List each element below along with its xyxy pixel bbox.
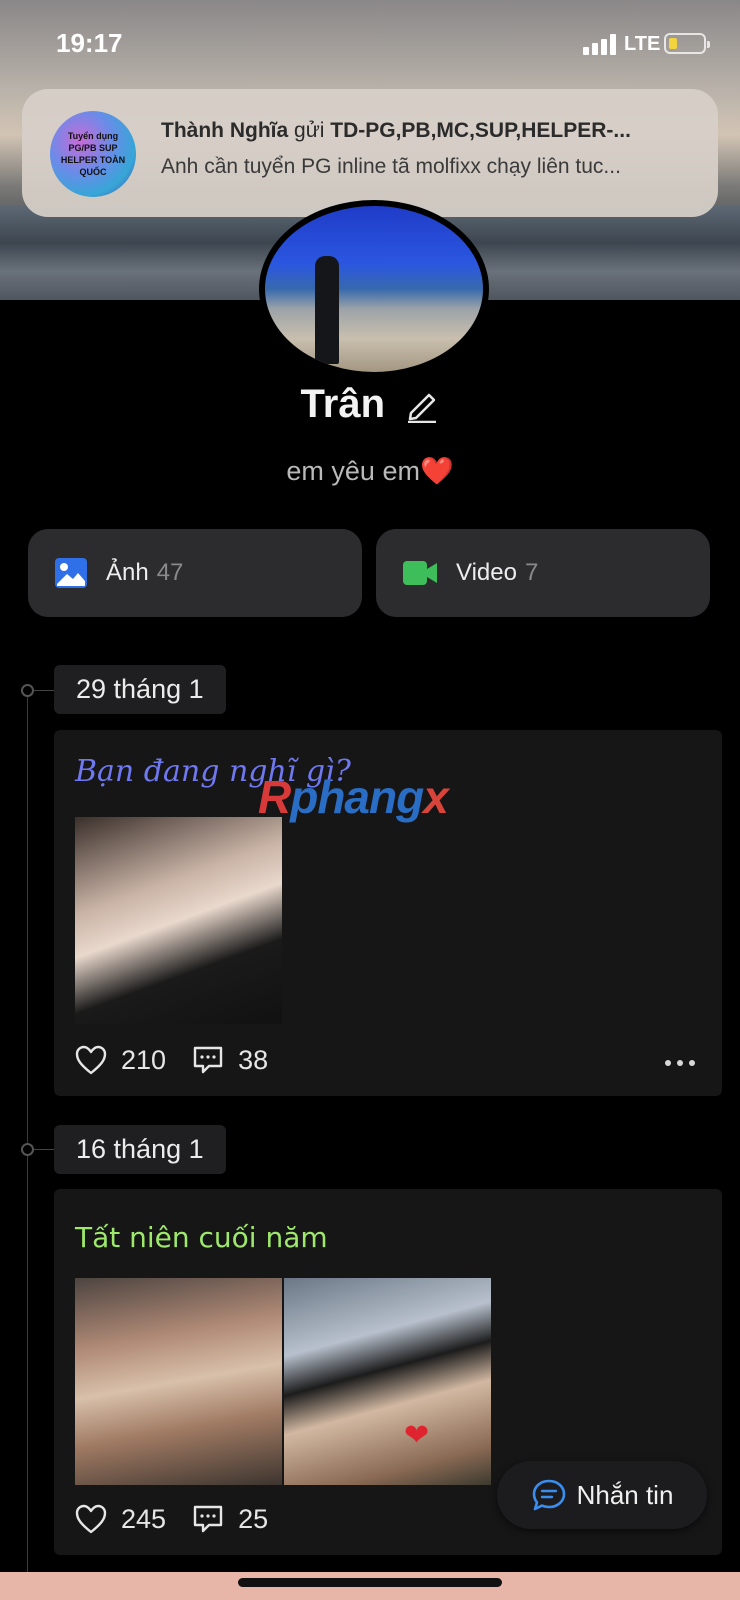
signal-icon (583, 33, 619, 55)
post-photo[interactable] (75, 817, 282, 1024)
heart-emoji: ❤️ (419, 456, 454, 486)
status-time: 19:17 (56, 28, 123, 58)
timeline-dot (21, 1143, 34, 1156)
bio-text: em yêu em (286, 456, 420, 486)
post-stats: 245 25 (75, 1501, 294, 1537)
avatar-figure (315, 256, 339, 364)
message-button[interactable]: Nhắn tin (497, 1461, 707, 1529)
photo-icon (55, 558, 87, 588)
chat-bubble-icon (532, 1479, 565, 1511)
profile-name: Trân (300, 382, 386, 426)
like-count: 245 (121, 1503, 167, 1534)
heart-emoji: ❤ (404, 1419, 430, 1452)
photos-label: Ảnh (106, 559, 149, 586)
comment-count: 25 (238, 1503, 269, 1534)
notification-sender: Thành Nghĩa (161, 119, 289, 142)
network-type: LTE (624, 33, 661, 55)
profile-bio: em yêu em❤️ (0, 455, 740, 487)
timeline-dot (21, 684, 34, 697)
videos-label: Video (456, 559, 517, 586)
notification-title: Thành Nghĩa gửi TD-PG,PB,MC,SUP,HELPER-.… (161, 119, 701, 143)
photos-button[interactable]: Ảnh 47 (28, 529, 362, 617)
home-indicator[interactable] (238, 1578, 502, 1587)
status-bar: 19:17 LTE (0, 0, 740, 88)
video-icon (403, 561, 437, 585)
notification-banner[interactable]: Tuyển dụng PG/PB SUP HELPER TOÀN QUỐC Th… (22, 89, 718, 217)
comment-count: 38 (238, 1044, 269, 1075)
profile-name-row: Trân (0, 382, 740, 427)
post-photo[interactable] (75, 1278, 282, 1485)
group-avatar: Tuyển dụng PG/PB SUP HELPER TOÀN QUỐC (50, 111, 136, 197)
notification-verb: gửi (294, 119, 325, 142)
comment-icon[interactable] (192, 1045, 224, 1075)
like-count: 210 (121, 1044, 167, 1075)
post-stats: 210 38 (75, 1042, 294, 1078)
like-icon[interactable] (75, 1504, 107, 1534)
post-photo[interactable]: ❤ (284, 1278, 491, 1485)
edit-icon[interactable] (405, 387, 439, 423)
post-caption: Tất niên cuối năm (75, 1221, 328, 1254)
more-options-icon[interactable] (664, 1059, 696, 1067)
videos-button[interactable]: Video 7 (376, 529, 710, 617)
message-button-label: Nhắn tin (576, 1479, 674, 1510)
photos-count: 47 (156, 559, 184, 586)
videos-count: 7 (524, 559, 539, 586)
battery-icon (664, 33, 710, 54)
avatar[interactable] (259, 200, 489, 378)
timeline-tick (34, 1149, 54, 1150)
like-icon[interactable] (75, 1045, 107, 1075)
date-chip: 16 tháng 1 (54, 1125, 226, 1174)
watermark-logo: Rphangx (258, 771, 449, 823)
timeline-tick (34, 690, 54, 691)
notification-group: TD-PG,PB,MC,SUP,HELPER-... (330, 119, 631, 142)
date-chip: 29 tháng 1 (54, 665, 226, 714)
notification-message: Anh cần tuyển PG inline tã molfixx chạy … (161, 155, 621, 178)
comment-icon[interactable] (192, 1504, 224, 1534)
